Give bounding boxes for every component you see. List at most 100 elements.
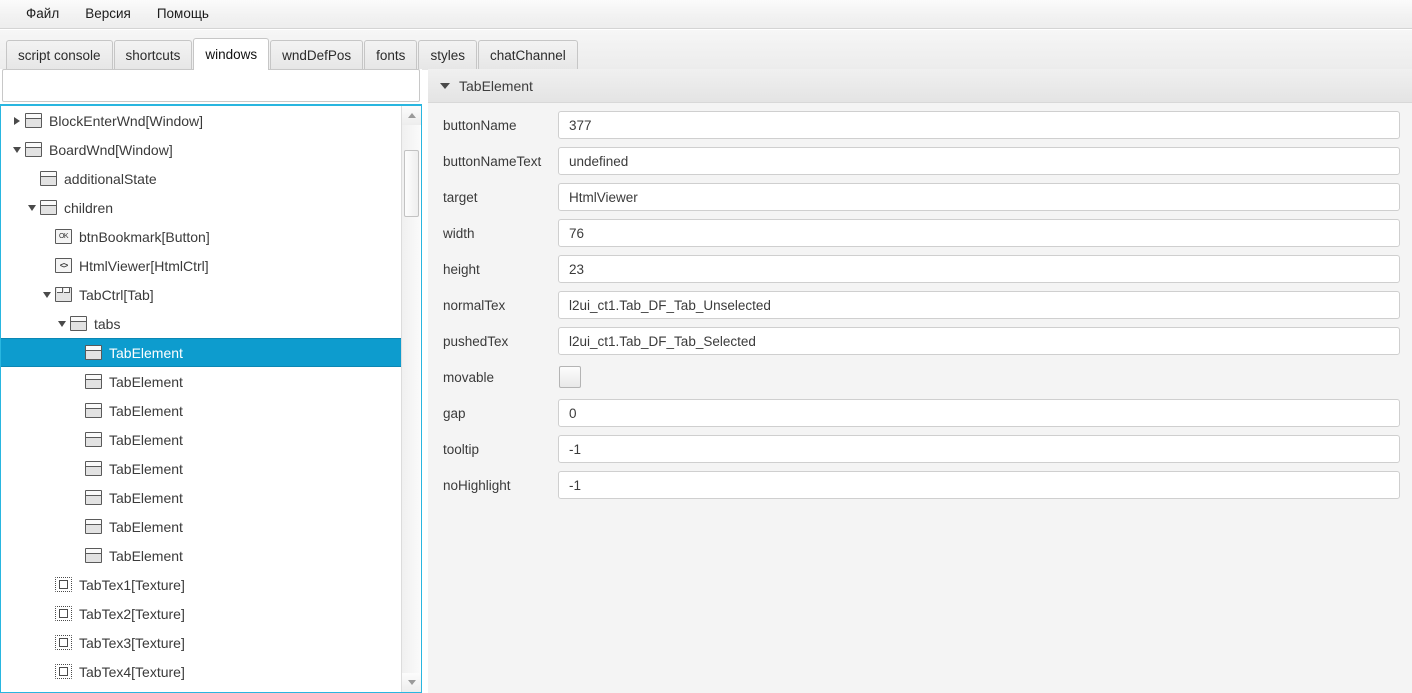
tab-windows[interactable]: windows bbox=[193, 38, 270, 70]
chevron-down-icon bbox=[407, 680, 416, 685]
property-label: gap bbox=[443, 405, 466, 421]
window-icon bbox=[85, 490, 102, 505]
tree-item[interactable]: TabElement bbox=[1, 425, 402, 454]
window-icon bbox=[85, 345, 102, 360]
tab-fonts[interactable]: fonts bbox=[364, 40, 418, 70]
window-icon bbox=[85, 432, 102, 447]
property-value-input[interactable]: undefined bbox=[558, 147, 1400, 175]
property-label: buttonNameText bbox=[443, 153, 542, 169]
window-icon bbox=[40, 200, 57, 215]
tab-icon bbox=[55, 287, 72, 302]
tab-styles[interactable]: styles bbox=[418, 40, 477, 70]
tree-list: BlockEnterWnd[Window] BoardWnd[Window] add… bbox=[1, 106, 402, 692]
tree-item-label: tabs bbox=[94, 315, 121, 332]
tree-item[interactable]: TabTex4[Texture] bbox=[1, 657, 402, 686]
button-icon bbox=[55, 229, 72, 244]
html-icon bbox=[55, 258, 72, 273]
tree-item-label: children bbox=[64, 199, 114, 216]
tab-strip: script console shortcuts windows wndDefPos f… bbox=[0, 30, 1412, 70]
menu-bar: Файл Версия Помощь bbox=[0, 0, 1412, 29]
menu-version[interactable]: Версия bbox=[73, 3, 143, 25]
property-row: movable bbox=[428, 359, 1412, 395]
property-list: buttonName 377 buttonNameText undefined targ… bbox=[428, 103, 1412, 693]
property-row: buttonName 377 bbox=[428, 107, 1412, 143]
chevron-down-icon[interactable] bbox=[39, 280, 55, 309]
window-tree-panel: BlockEnterWnd[Window] BoardWnd[Window] add… bbox=[0, 69, 422, 693]
window-icon bbox=[25, 113, 42, 128]
property-section-title: TabElement bbox=[459, 77, 533, 94]
tree-item-label: TabTex2[Texture] bbox=[79, 605, 185, 622]
window-icon bbox=[85, 461, 102, 476]
property-label: tooltip bbox=[443, 441, 480, 457]
chevron-down-icon[interactable] bbox=[24, 193, 40, 222]
tree-item-label: TabTex4[Texture] bbox=[79, 663, 185, 680]
tree-item-label: btnBookmark[Button] bbox=[79, 228, 210, 245]
property-label: movable bbox=[443, 369, 495, 385]
tree-item[interactable]: tabs bbox=[1, 309, 402, 338]
property-value-input[interactable]: HtmlViewer bbox=[558, 183, 1400, 211]
property-value-input[interactable]: l2ui_ct1.Tab_DF_Tab_Selected bbox=[558, 327, 1400, 355]
tab-script-console[interactable]: script console bbox=[6, 40, 113, 70]
tree-item[interactable]: HtmlViewer[HtmlCtrl] bbox=[1, 251, 402, 280]
scrollbar-thumb[interactable] bbox=[404, 150, 419, 217]
tree-item[interactable]: TabElement bbox=[1, 512, 402, 541]
tab-shortcuts[interactable]: shortcuts bbox=[113, 40, 193, 70]
tree-item[interactable]: TabElement bbox=[1, 396, 402, 425]
window-icon bbox=[85, 403, 102, 418]
chevron-right-icon[interactable] bbox=[9, 106, 25, 135]
tree-item-label: TabElement bbox=[109, 460, 183, 477]
property-value-input[interactable]: 76 bbox=[558, 219, 1400, 247]
tree-item[interactable]: TabElement bbox=[1, 483, 402, 512]
property-section-header[interactable]: TabElement bbox=[428, 69, 1412, 103]
tree-item[interactable]: TabElement bbox=[1, 454, 402, 483]
property-checkbox[interactable] bbox=[559, 366, 581, 388]
property-value-input[interactable]: l2ui_ct1.Tab_DF_Tab_Unselected bbox=[558, 291, 1400, 319]
property-row: normalTex l2ui_ct1.Tab_DF_Tab_Unselected bbox=[428, 287, 1412, 323]
menu-file[interactable]: Файл bbox=[14, 3, 71, 25]
tree-item-label: TabTex1[Texture] bbox=[79, 576, 185, 593]
tree-item-label: TabElement bbox=[109, 373, 183, 390]
chevron-down-icon[interactable] bbox=[54, 309, 70, 338]
window-icon bbox=[85, 374, 102, 389]
property-value-input[interactable]: 377 bbox=[558, 111, 1400, 139]
menu-help[interactable]: Помощь bbox=[145, 3, 221, 25]
tree-item[interactable]: BlockEnterWnd[Window] bbox=[1, 106, 402, 135]
property-value-input[interactable]: 23 bbox=[558, 255, 1400, 283]
tab-wnddefpos[interactable]: wndDefPos bbox=[270, 40, 364, 70]
tree-filter-input[interactable] bbox=[2, 69, 420, 102]
texture-icon bbox=[55, 635, 72, 650]
tree-item[interactable]: btnBookmark[Button] bbox=[1, 222, 402, 251]
property-row: noHighlight -1 bbox=[428, 467, 1412, 503]
property-row: buttonNameText undefined bbox=[428, 143, 1412, 179]
tab-chatchannel[interactable]: chatChannel bbox=[477, 40, 578, 70]
chevron-down-icon bbox=[440, 82, 450, 89]
property-value-input[interactable]: -1 bbox=[558, 435, 1400, 463]
tree-item[interactable]: additionalState bbox=[1, 164, 402, 193]
property-row: width 76 bbox=[428, 215, 1412, 251]
tree-item[interactable]: BoardWnd[Window] bbox=[1, 135, 402, 164]
tree-item[interactable]: children bbox=[1, 193, 402, 222]
property-value-input[interactable]: 0 bbox=[558, 399, 1400, 427]
tree-item[interactable]: TabElement bbox=[1, 541, 402, 570]
tree-item-selected[interactable]: TabElement bbox=[1, 338, 402, 367]
tree-item[interactable]: TabTex3[Texture] bbox=[1, 628, 402, 657]
tree-item[interactable]: TabCtrl[Tab] bbox=[1, 280, 402, 309]
tree-scrollbar[interactable] bbox=[401, 106, 421, 692]
property-value-input[interactable]: -1 bbox=[558, 471, 1400, 499]
chevron-down-icon[interactable] bbox=[9, 135, 25, 164]
scroll-up-button[interactable] bbox=[402, 106, 421, 125]
scroll-down-button[interactable] bbox=[402, 673, 421, 692]
tree-item[interactable]: TabTex1[Texture] bbox=[1, 570, 402, 599]
tree-item[interactable]: TabElement bbox=[1, 367, 402, 396]
tree-item[interactable]: TabTex2[Texture] bbox=[1, 599, 402, 628]
